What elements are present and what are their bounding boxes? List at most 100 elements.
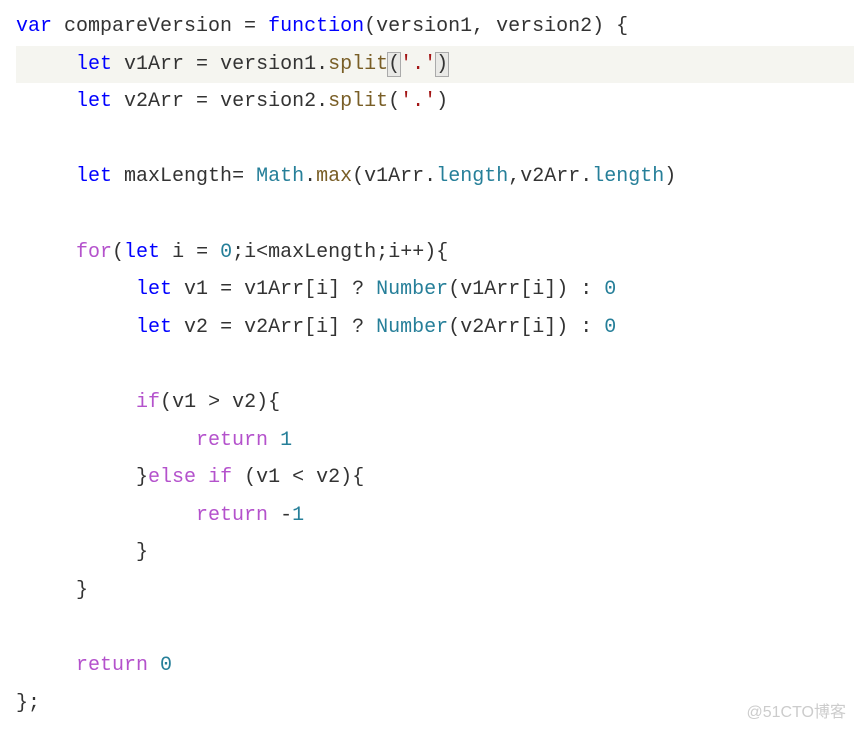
code-token: v1Arr — [112, 53, 196, 76]
code-token: [ — [304, 278, 316, 301]
code-token: [ — [520, 278, 532, 301]
code-token: ; — [376, 241, 388, 264]
code-token: i — [244, 241, 256, 264]
code-token: v2Arr — [232, 316, 304, 339]
code-line: return 0 — [16, 647, 854, 685]
code-token: let — [76, 53, 112, 76]
code-token: = — [196, 53, 208, 76]
code-token — [256, 15, 268, 38]
code-token: ) — [664, 165, 676, 188]
code-token: { — [352, 466, 364, 489]
code-token: ] — [328, 316, 352, 339]
code-token: 0 — [604, 278, 616, 301]
code-token: { — [268, 391, 280, 414]
code-token — [592, 316, 604, 339]
code-token: , — [508, 165, 520, 188]
code-token — [16, 128, 28, 151]
code-token: ]) — [544, 278, 580, 301]
code-token: split — [328, 53, 388, 76]
code-token: v1Arr — [460, 278, 520, 301]
code-token: { — [436, 241, 448, 264]
code-token: else — [148, 466, 196, 489]
code-token: - — [280, 504, 292, 527]
code-line: return -1 — [16, 497, 854, 535]
code-token: for — [76, 241, 112, 264]
code-token: ) — [592, 15, 616, 38]
code-token: Number — [376, 278, 448, 301]
code-line: let v2 = v2Arr[i] ? Number(v2Arr[i]) : 0 — [16, 309, 854, 347]
code-token: ? — [352, 316, 364, 339]
code-line: if(v1 > v2){ — [16, 384, 854, 422]
code-token: ) — [340, 466, 352, 489]
code-line — [16, 121, 854, 159]
code-token: v2Arr — [112, 90, 196, 113]
code-token: ++ — [400, 241, 424, 264]
code-token: = — [196, 90, 208, 113]
code-token: ) — [424, 241, 436, 264]
code-line: }; — [16, 685, 854, 723]
code-token: . — [316, 53, 328, 76]
code-token: ) — [436, 90, 448, 113]
code-token — [364, 316, 376, 339]
code-token: v2Arr — [460, 316, 520, 339]
code-token: v2 — [172, 316, 220, 339]
code-token: return — [196, 504, 268, 527]
code-token: . — [304, 165, 316, 188]
code-line: return 1 — [16, 422, 854, 460]
code-token: v1 — [256, 466, 292, 489]
code-token: } — [136, 466, 148, 489]
code-token: 0 — [604, 316, 616, 339]
code-token — [208, 241, 220, 264]
code-token: Number — [376, 316, 448, 339]
code-token: v2 — [304, 466, 340, 489]
code-token: compareVersion — [52, 15, 244, 38]
code-token: i — [532, 278, 544, 301]
code-token: v2Arr — [520, 165, 580, 188]
code-token: [ — [304, 316, 316, 339]
code-token: split — [328, 90, 388, 113]
code-token: v1 — [172, 391, 208, 414]
code-token — [592, 278, 604, 301]
code-line — [16, 610, 854, 648]
code-token: v2 — [220, 391, 256, 414]
code-token: max — [316, 165, 352, 188]
code-token: Math — [256, 165, 304, 188]
code-token — [268, 504, 280, 527]
code-token: = — [196, 241, 208, 264]
code-token: 1 — [280, 429, 292, 452]
code-token: ( — [160, 391, 172, 414]
code-token: return — [76, 654, 148, 677]
code-token: < — [292, 466, 304, 489]
code-token: let — [124, 241, 160, 264]
code-token: ( — [112, 241, 124, 264]
code-token: . — [580, 165, 592, 188]
code-token: , — [472, 15, 496, 38]
code-token: let — [136, 316, 172, 339]
code-line: } — [16, 534, 854, 572]
code-token: '.' — [400, 90, 436, 113]
code-token: v1 — [172, 278, 220, 301]
code-token: ] — [328, 278, 352, 301]
code-token: i — [316, 278, 328, 301]
code-token: . — [316, 90, 328, 113]
code-token: function — [268, 15, 364, 38]
code-line — [16, 196, 854, 234]
code-token: 0 — [220, 241, 232, 264]
code-line: let v1 = v1Arr[i] ? Number(v1Arr[i]) : 0 — [16, 271, 854, 309]
code-token — [16, 203, 28, 226]
code-token — [364, 278, 376, 301]
code-token: i — [388, 241, 400, 264]
code-line: let v1Arr = version1.split('.') — [16, 46, 854, 84]
code-line: let v2Arr = version2.split('.') — [16, 83, 854, 121]
code-token: ( — [448, 278, 460, 301]
code-line: let maxLength= Math.max(v1Arr.length,v2A… — [16, 158, 854, 196]
code-token: version2 — [496, 15, 592, 38]
code-token: = — [232, 165, 244, 188]
code-token: let — [76, 165, 112, 188]
code-token: } — [16, 692, 28, 715]
code-token: { — [616, 15, 628, 38]
code-token: ( — [352, 165, 364, 188]
code-token: } — [136, 541, 148, 564]
code-token: 1 — [292, 504, 304, 527]
code-token — [16, 617, 28, 640]
